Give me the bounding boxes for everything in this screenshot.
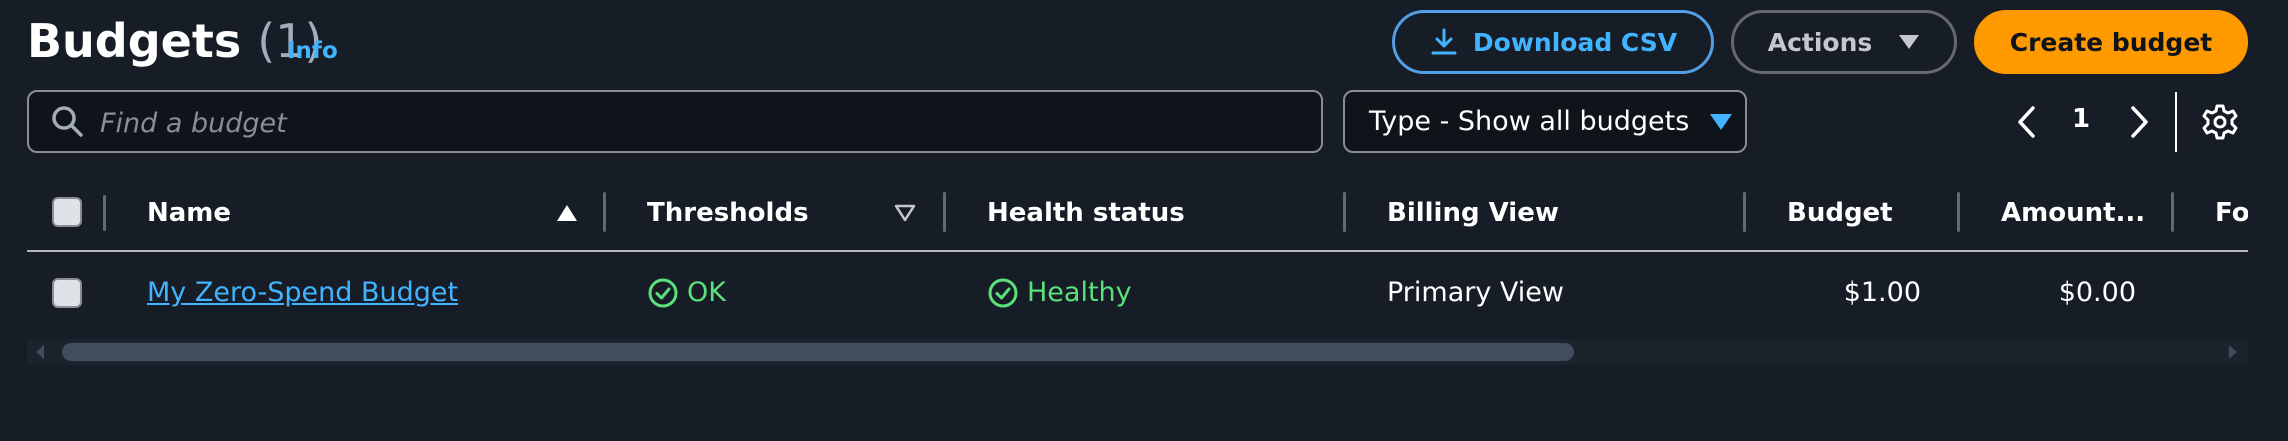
download-csv-label: Download CSV <box>1472 27 1678 57</box>
row-select-checkbox[interactable] <box>52 278 82 308</box>
caret-down-icon <box>1899 35 1920 49</box>
pagination-divider <box>2175 92 2177 152</box>
column-separator[interactable] <box>603 192 606 232</box>
download-csv-button[interactable]: Download CSV <box>1392 10 1714 74</box>
download-icon <box>1431 28 1457 55</box>
current-page-number[interactable]: 1 <box>2072 104 2090 134</box>
create-budget-button[interactable]: Create budget <box>1974 10 2248 74</box>
scroll-left-icon[interactable] <box>33 343 47 361</box>
actual-amount-cell: $0.00 <box>2058 277 2136 308</box>
sort-descending-icon[interactable] <box>894 204 916 222</box>
scroll-right-icon[interactable] <box>2226 343 2240 361</box>
actions-dropdown-button[interactable]: Actions <box>1731 10 1957 74</box>
budget-amount-cell: $1.00 <box>1843 277 1921 308</box>
scrollbar-thumb[interactable] <box>62 343 1574 361</box>
check-circle-icon <box>988 278 1018 308</box>
threshold-status-text: OK <box>687 277 726 308</box>
column-separator[interactable] <box>1343 192 1346 232</box>
billing-view-cell: Primary View <box>1387 277 1564 308</box>
column-header-amount[interactable]: Amount... <box>2001 196 2145 230</box>
column-header-billing-view[interactable]: Billing View <box>1387 196 1559 230</box>
info-link[interactable]: Info <box>287 36 338 66</box>
caret-down-icon <box>1710 113 1733 130</box>
gear-icon[interactable] <box>2201 103 2239 141</box>
column-separator[interactable] <box>2171 192 2174 232</box>
table-header-divider <box>27 250 2248 252</box>
search-input[interactable] <box>98 96 1302 150</box>
health-status: Healthy <box>987 276 1132 310</box>
column-separator <box>103 195 106 231</box>
threshold-status: OK <box>647 276 726 310</box>
type-filter-select[interactable]: Type - Show all budgets <box>1343 90 1747 153</box>
next-page-icon[interactable] <box>2122 102 2156 142</box>
check-circle-icon <box>648 278 678 308</box>
column-header-thresholds[interactable]: Thresholds <box>647 196 809 230</box>
actions-label: Actions <box>1767 27 1873 57</box>
column-separator[interactable] <box>1743 192 1746 232</box>
page-title-text: Budgets <box>27 14 242 68</box>
column-header-forecast[interactable]: Fo <box>2215 196 2248 230</box>
column-header-health-status[interactable]: Health status <box>987 196 1185 230</box>
column-separator[interactable] <box>1957 192 1960 232</box>
search-icon <box>52 106 83 137</box>
previous-page-icon[interactable] <box>2010 102 2044 142</box>
type-filter-label: Type - Show all budgets <box>1369 106 1690 137</box>
health-status-text: Healthy <box>1027 277 1132 308</box>
sort-ascending-icon[interactable] <box>556 204 578 222</box>
select-all-checkbox[interactable] <box>52 197 82 227</box>
column-header-budget[interactable]: Budget <box>1787 196 1893 230</box>
budget-name-link[interactable]: My Zero-Spend Budget <box>147 276 458 310</box>
column-header-name[interactable]: Name <box>147 196 231 230</box>
page-title: Budgets (1) <box>27 10 322 72</box>
column-separator[interactable] <box>943 192 946 232</box>
